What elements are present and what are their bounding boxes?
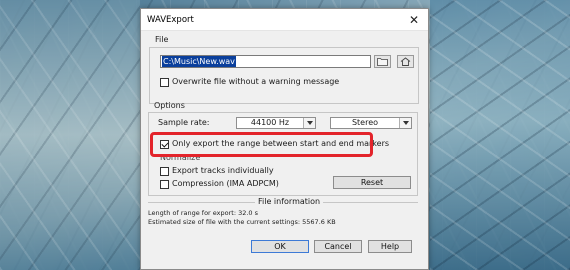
close-button[interactable]: ✕ [400,9,428,31]
export-tracks-checkbox[interactable] [160,167,169,176]
cancel-button[interactable]: Cancel [314,240,362,253]
chevron-down-icon [303,118,315,128]
sample-rate-label: Sample rate: [158,118,210,127]
estimated-size-text: Estimated size of file with the current … [148,218,336,226]
export-tracks-label: Export tracks individually [172,166,274,175]
range-length-text: Length of range for export: 32.0 s [148,209,259,217]
home-folder-button[interactable] [397,55,414,68]
channel-value: Stereo [351,118,379,127]
browse-folder-button[interactable] [374,55,391,68]
ok-button[interactable]: OK [251,240,309,253]
title-bar[interactable]: WAVExport ✕ [141,9,428,31]
overwrite-label: Overwrite file without a warning message [172,77,340,86]
channel-select[interactable]: Stereo [330,117,412,129]
file-section-label: File [155,35,169,44]
sample-rate-select[interactable]: 44100 Hz [236,117,316,129]
home-icon [400,57,411,66]
annotation-highlight-box [150,132,373,157]
options-section-label: Options [154,101,185,110]
sample-rate-value: 44100 Hz [250,118,290,127]
compression-checkbox[interactable] [160,180,169,189]
window-title: WAVExport [147,15,194,25]
file-path-value: C:\Music\New.wav [162,56,236,67]
background-right-pattern [430,0,570,270]
compression-label: Compression (IMA ADPCM) [172,179,279,188]
file-info-label: File information [255,197,324,206]
reset-button[interactable]: Reset [333,176,411,189]
chevron-down-icon [399,118,411,128]
help-button[interactable]: Help [368,240,412,253]
file-path-input[interactable]: C:\Music\New.wav [160,55,371,68]
folder-icon [377,58,388,66]
overwrite-checkbox[interactable] [160,78,169,87]
background-left-pattern [0,0,140,270]
